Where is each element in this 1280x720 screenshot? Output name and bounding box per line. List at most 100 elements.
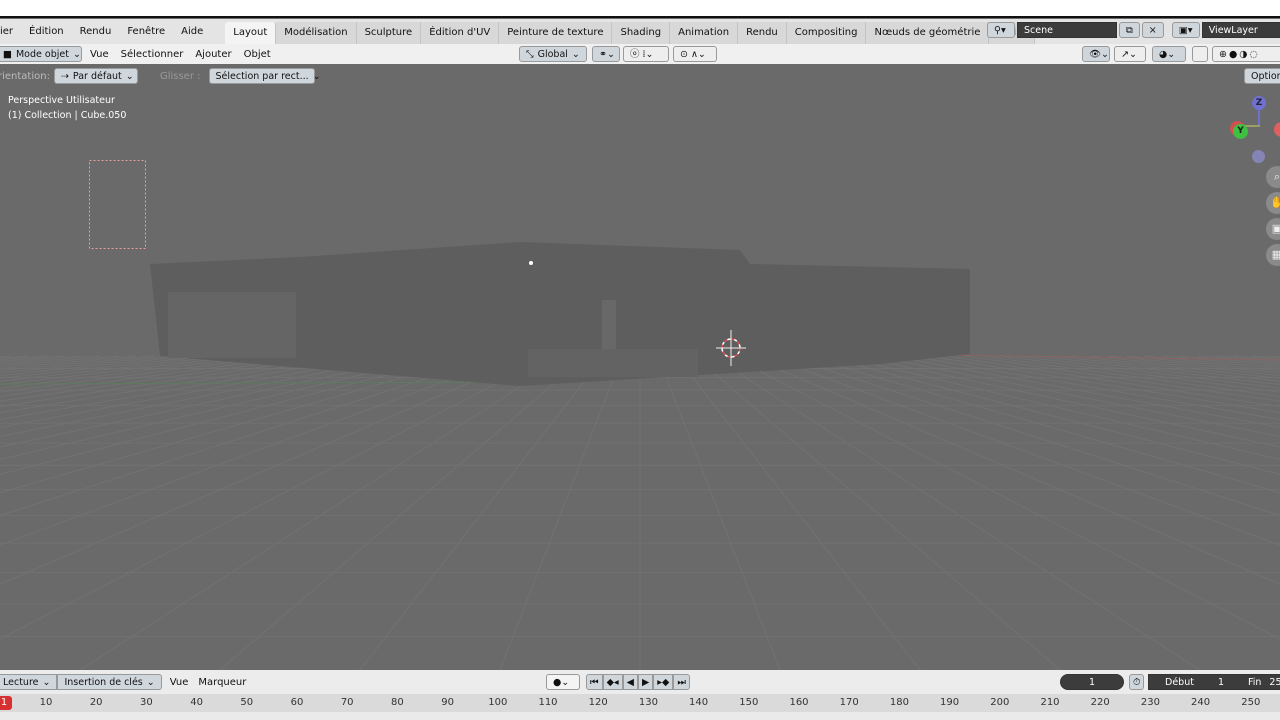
frame-tick: 240 <box>1191 697 1211 708</box>
drag-dropdown[interactable]: Sélection par rect... ⌄ <box>208 68 321 84</box>
grid-line <box>0 355 101 366</box>
building-window <box>168 292 296 358</box>
tab-sculpting[interactable]: Sculpture <box>356 22 422 44</box>
overlays-dropdown[interactable]: ◕⌄ <box>1152 46 1186 62</box>
frame-tick: 250 <box>1241 697 1261 708</box>
grid-line <box>219 355 587 670</box>
top-menubar: ier Édition Rendu Fenêtre Aide Layout Mo… <box>0 19 1280 44</box>
status-bar <box>0 712 1280 720</box>
proportional-editing-toggle[interactable]: ⊙ ∧⌄ <box>673 46 717 62</box>
y-axis-icon[interactable]: Y <box>1233 124 1248 139</box>
new-scene-icon[interactable]: ⧉ <box>1119 22 1140 38</box>
timeline-ruler[interactable]: 1 10 20 30 40 50 60 70 80 90 100 110 120 130 140 150 16… <box>0 694 1280 712</box>
chevron-down-icon: ⌄ <box>72 48 81 60</box>
x-axis-icon[interactable] <box>1274 122 1280 137</box>
tab-compositing[interactable]: Compositing <box>786 22 867 44</box>
grid-line <box>499 355 623 670</box>
visibility-dropdown[interactable]: 👁⌄ <box>1082 46 1110 62</box>
grid-line <box>981 355 1280 397</box>
grid-line <box>0 355 299 397</box>
play-icon[interactable]: ▶ <box>637 674 654 690</box>
menu-add[interactable]: Ajouter <box>187 49 239 60</box>
orientation-icon: ⇢ <box>60 70 69 82</box>
scene-selector-button[interactable]: ⚲▾ <box>987 22 1015 38</box>
object-origin <box>529 261 533 265</box>
xray-toggle[interactable] <box>1192 46 1208 62</box>
tab-texture-paint[interactable]: Peinture de texture <box>499 22 613 44</box>
tab-shading[interactable]: Shading <box>612 22 671 44</box>
preview-range-icon[interactable]: ⏱ <box>1129 674 1145 690</box>
menu-window[interactable]: Fenêtre <box>119 26 173 37</box>
frame-tick: 70 <box>340 697 354 708</box>
grid-line <box>1035 355 1280 386</box>
prev-keyframe-icon[interactable]: ◆◂ <box>602 674 623 690</box>
menu-view[interactable]: Vue <box>82 49 117 60</box>
grid-line <box>0 355 317 402</box>
grid-line <box>1197 355 1280 364</box>
options-button[interactable]: Options <box>1244 68 1280 84</box>
view-layer-selector-button[interactable]: ▣▾ <box>1171 22 1200 38</box>
building-steps <box>528 349 698 377</box>
auto-keying-toggle[interactable]: ●⌄ <box>546 674 580 690</box>
grid-line <box>0 355 227 382</box>
grid-line <box>0 355 245 386</box>
3d-viewport[interactable]: rientation: ⇢ Par défaut ⌄ Glisser : Sélec… <box>0 64 1280 670</box>
next-keyframe-icon[interactable]: ▸◆ <box>653 674 674 690</box>
orientation-dropdown[interactable]: ⇢ Par défaut ⌄ <box>53 68 138 84</box>
menu-help[interactable]: Aide <box>173 26 211 37</box>
frame-tick: 90 <box>441 697 454 708</box>
current-frame-field[interactable]: 1 <box>1060 674 1124 690</box>
grid-line <box>1053 355 1280 382</box>
grid-line <box>1179 355 1280 366</box>
transform-orientation-dropdown[interactable]: ⤡ Global ⌄ <box>519 46 587 62</box>
frame-tick: 220 <box>1090 697 1110 708</box>
playback-dropdown[interactable]: Lecture ⌄ <box>0 674 58 690</box>
delete-scene-icon[interactable]: × <box>1141 22 1164 38</box>
end-frame-field[interactable]: 250 <box>1269 675 1280 690</box>
tab-animation[interactable]: Animation <box>670 22 739 44</box>
grid-line <box>0 355 281 393</box>
frame-range: Début 1 Fin 250 <box>1148 674 1280 690</box>
shading-modes[interactable]: ⊕●◑◌ <box>1212 46 1280 62</box>
navigation-gizmo[interactable]: Z Y <box>1220 92 1280 172</box>
grid-line <box>0 355 353 414</box>
frame-tick: 190 <box>940 697 960 708</box>
frame-tick: 150 <box>739 697 759 708</box>
mode-selector[interactable]: ■ Mode objet ⌄ <box>0 46 82 62</box>
menu-marker[interactable]: Marqueur <box>196 677 248 688</box>
menu-edit[interactable]: Édition <box>21 26 72 37</box>
current-frame-indicator[interactable]: 1 <box>0 696 12 710</box>
orientation-label: rientation: <box>0 70 50 82</box>
menu-object[interactable]: Objet <box>240 49 275 60</box>
frame-tick: 20 <box>89 697 103 708</box>
keying-dropdown[interactable]: Insertion de clés ⌄ <box>57 674 162 690</box>
neg-z-axis-icon[interactable] <box>1252 150 1265 163</box>
grid-line <box>837 355 1280 460</box>
scene-name-field[interactable]: Scene <box>1017 22 1117 38</box>
frame-tick: 210 <box>1040 697 1060 708</box>
snap-toggle[interactable]: ⓞ ⁞⌄ <box>623 46 669 62</box>
menu-timeline-view[interactable]: Vue <box>162 677 197 688</box>
tab-rendering[interactable]: Rendu <box>738 22 787 44</box>
frame-tick: 170 <box>839 697 859 708</box>
start-frame-field[interactable]: 1 <box>1218 675 1224 690</box>
z-axis-icon[interactable]: Z <box>1252 96 1266 110</box>
frame-tick: 110 <box>538 697 558 708</box>
frame-tick: 10 <box>39 697 53 708</box>
pivot-point-dropdown[interactable]: ⚭⌄ <box>592 46 620 62</box>
menu-render[interactable]: Rendu <box>72 26 120 37</box>
tool-settings-bar: rientation: ⇢ Par défaut ⌄ Glisser : Sélec… <box>0 64 1280 88</box>
jump-end-icon[interactable]: ⏭ <box>673 674 690 690</box>
menu-file[interactable]: ier <box>0 26 21 37</box>
tab-layout[interactable]: Layout <box>225 22 277 44</box>
selection-rectangle <box>89 160 146 249</box>
tab-geometry-nodes[interactable]: Nœuds de géométrie <box>866 22 990 44</box>
play-reverse-icon[interactable]: ◀ <box>622 674 638 690</box>
view-layer-name-field[interactable]: ViewLayer <box>1201 22 1280 38</box>
tab-modeling[interactable]: Modélisation <box>276 22 357 44</box>
menu-select[interactable]: Sélectionner <box>117 49 188 60</box>
grid-line <box>747 355 1280 585</box>
gizmo-dropdown[interactable]: ↗⌄ <box>1114 46 1146 62</box>
jump-start-icon[interactable]: ⏮ <box>586 674 603 690</box>
tab-uv-editing[interactable]: Édition d'UV <box>421 22 500 44</box>
